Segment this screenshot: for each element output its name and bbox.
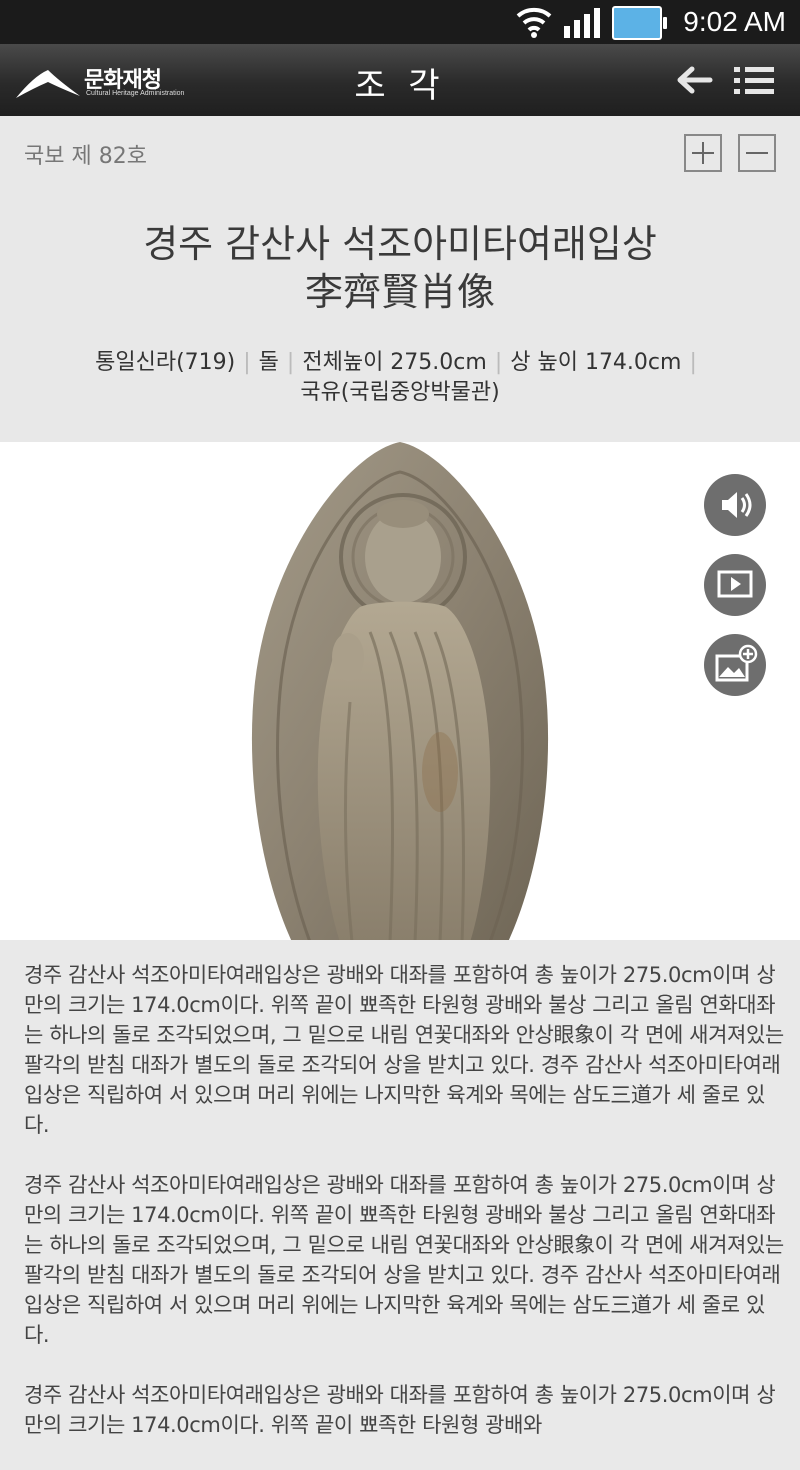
- description-body: 경주 감산사 석조아미타여래입상은 광배와 대좌를 포함하여 총 높이가 275…: [24, 960, 784, 1470]
- status-bar: 9:02 AM: [0, 0, 800, 44]
- meta-ownership: 국유(국립중앙박물관): [300, 380, 500, 405]
- signal-icon: [564, 8, 600, 38]
- title-korean: 경주 감산사 석조아미타여래입상: [143, 222, 657, 266]
- meta-divider: |: [494, 350, 503, 375]
- zoom-in-button[interactable]: [684, 134, 722, 172]
- heritage-info: 국보 제 82호 경주 감산사 석조아미타여래입상 李齊賢肖像 통일신라(719…: [0, 116, 800, 442]
- meta-divider: |: [243, 350, 251, 375]
- meta-material: 돌: [258, 350, 279, 375]
- image-gallery-button[interactable]: [704, 634, 766, 696]
- battery-icon: [612, 6, 667, 40]
- back-arrow-icon[interactable]: [674, 64, 714, 96]
- app-header: 문화재청 Cultural Heritage Administration 조 …: [0, 44, 800, 117]
- heritage-title: 경주 감산사 석조아미타여래입상 李齊賢肖像: [0, 220, 800, 316]
- description-paragraph: 경주 감산사 석조아미타여래입상은 광배와 대좌를 포함하여 총 높이가 275…: [24, 1173, 784, 1347]
- wifi-icon: [516, 7, 552, 38]
- description-paragraph: 경주 감산사 석조아미타여래입상은 광배와 대좌를 포함하여 총 높이가 275…: [24, 963, 784, 1137]
- meta-statue-height: 상 높이 174.0cm: [510, 350, 682, 375]
- designation-label: 국보 제 82호: [24, 144, 147, 169]
- play-video-button[interactable]: [704, 554, 766, 616]
- meta-total-height: 전체높이 275.0cm: [302, 350, 487, 375]
- meta-period: 통일신라(719): [95, 350, 236, 375]
- heritage-meta: 통일신라(719) | 돌 | 전체높이 275.0cm | 상 높이 174.0cm | 국…: [40, 348, 760, 408]
- zoom-out-button[interactable]: [738, 134, 776, 172]
- meta-divider: |: [689, 350, 697, 375]
- buddha-statue-image[interactable]: [240, 442, 560, 940]
- play-icon: [717, 570, 753, 598]
- image-plus-icon: [715, 644, 758, 682]
- speaker-icon: [722, 492, 752, 518]
- description-paragraph: 경주 감산사 석조아미타여래입상은 광배와 대좌를 포함하여 총 높이가 275…: [24, 1383, 776, 1437]
- meta-divider: |: [286, 350, 295, 375]
- title-hanja: 李齊賢肖像: [304, 270, 495, 314]
- list-menu-icon[interactable]: [732, 64, 776, 96]
- status-time: 9:02 AM: [683, 6, 786, 37]
- audio-guide-button[interactable]: [704, 474, 766, 536]
- artifact-image-area: [0, 442, 800, 940]
